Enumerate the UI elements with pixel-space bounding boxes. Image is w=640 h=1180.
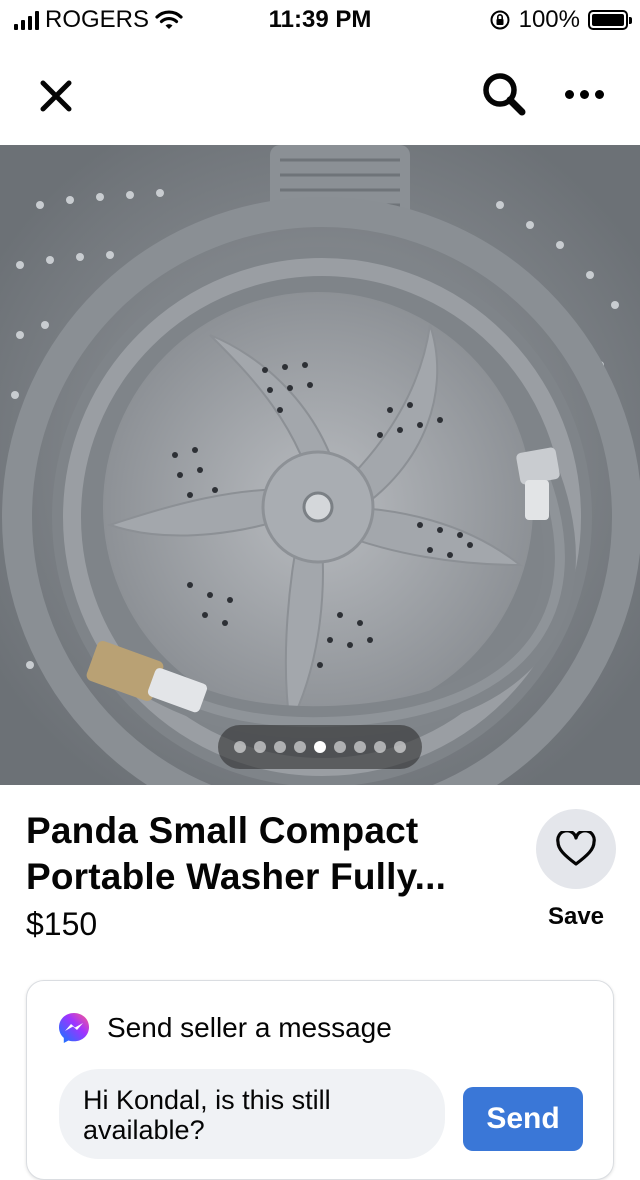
save-circle[interactable] <box>536 809 616 889</box>
close-button[interactable] <box>30 70 82 122</box>
more-icon <box>564 89 574 99</box>
heart-icon <box>556 831 596 866</box>
gallery-dot[interactable] <box>394 741 406 753</box>
status-right: 100% <box>489 6 632 34</box>
search-button[interactable] <box>478 68 530 120</box>
gallery-dot[interactable] <box>314 741 326 753</box>
status-bar: ROGERS 11:39 PM 100% <box>0 0 640 40</box>
save-button[interactable]: Save <box>536 809 616 931</box>
save-label: Save <box>547 903 605 930</box>
close-icon <box>40 80 72 112</box>
listing-price: $150 <box>26 906 98 942</box>
listing-title: Panda Small Compact Portable Washer Full… <box>26 810 447 897</box>
gallery-pagination[interactable] <box>218 725 422 769</box>
more-options-button[interactable] <box>556 68 612 120</box>
orientation-lock-icon <box>490 10 510 30</box>
washer-drum-image <box>0 145 640 785</box>
message-seller-card: Send seller a message Hi Kondal, is this… <box>26 980 614 1180</box>
listing-photo[interactable] <box>0 145 640 785</box>
battery-icon <box>588 10 632 30</box>
gallery-dot[interactable] <box>234 741 246 753</box>
messenger-icon <box>59 1013 89 1043</box>
gallery-dot[interactable] <box>334 741 346 753</box>
gallery-dot[interactable] <box>354 741 366 753</box>
gallery-dot[interactable] <box>374 741 386 753</box>
send-button[interactable]: Send <box>463 1087 583 1151</box>
message-input[interactable]: Hi Kondal, is this still available? <box>59 1069 445 1159</box>
message-header: Send seller a message <box>57 1011 392 1045</box>
gallery-dot[interactable] <box>274 741 286 753</box>
battery-percent: 100% <box>518 6 580 33</box>
top-nav <box>0 50 640 140</box>
gallery-dot[interactable] <box>254 741 266 753</box>
gallery-dot[interactable] <box>294 741 306 753</box>
message-header-label: Send seller a message <box>107 1012 392 1043</box>
search-icon <box>483 73 526 116</box>
